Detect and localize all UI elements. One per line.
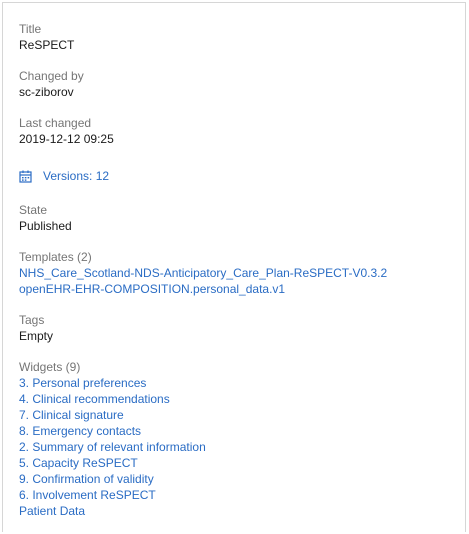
changed-by-label: Changed by [19, 69, 84, 83]
calendar-icon [19, 170, 32, 183]
last-changed-field: Last changed 2019-12-12 09:25 [19, 115, 457, 147]
details-panel: Title ReSPECT Changed by sc-ziborov Last… [2, 2, 466, 532]
widget-link[interactable]: 9. Confirmation of validity [19, 471, 457, 487]
template-link[interactable]: NHS_Care_Scotland-NDS-Anticipatory_Care_… [19, 265, 457, 281]
details-content: Title ReSPECT Changed by sc-ziborov Last… [19, 21, 457, 534]
tags-value: Empty [19, 329, 54, 343]
last-changed-value: 2019-12-12 09:25 [19, 132, 114, 146]
last-changed-label: Last changed [19, 116, 92, 130]
state-label: State [19, 203, 48, 217]
widget-link[interactable]: 5. Capacity ReSPECT [19, 455, 457, 471]
state-field: State Published [19, 202, 457, 234]
template-link[interactable]: openEHR-EHR-COMPOSITION.personal_data.v1 [19, 281, 457, 297]
widget-link[interactable]: 4. Clinical recommendations [19, 391, 457, 407]
templates-field: Templates (2) NHS_Care_Scotland-NDS-Anti… [19, 249, 457, 297]
versions-link[interactable]: Versions: 12 [19, 168, 457, 184]
tags-field: Tags Empty [19, 312, 457, 344]
widget-link[interactable]: 3. Personal preferences [19, 375, 457, 391]
title-value: ReSPECT [19, 38, 75, 52]
widget-link[interactable]: Patient Data [19, 503, 457, 519]
templates-label: Templates (2) [19, 250, 92, 264]
changed-by-field: Changed by sc-ziborov [19, 68, 457, 100]
widget-link[interactable]: 2. Summary of relevant information [19, 439, 457, 455]
tags-label: Tags [19, 313, 45, 327]
changed-by-value: sc-ziborov [19, 85, 74, 99]
versions-label: Versions: 12 [43, 169, 110, 183]
title-field: Title ReSPECT [19, 21, 457, 53]
state-value: Published [19, 219, 72, 233]
title-label: Title [19, 22, 42, 36]
widget-link[interactable]: 8. Emergency contacts [19, 423, 457, 439]
widget-link[interactable]: 7. Clinical signature [19, 407, 457, 423]
widgets-label: Widgets (9) [19, 360, 81, 374]
widgets-field: Widgets (9) 3. Personal preferences 4. C… [19, 359, 457, 519]
widget-link[interactable]: 6. Involvement ReSPECT [19, 487, 457, 503]
